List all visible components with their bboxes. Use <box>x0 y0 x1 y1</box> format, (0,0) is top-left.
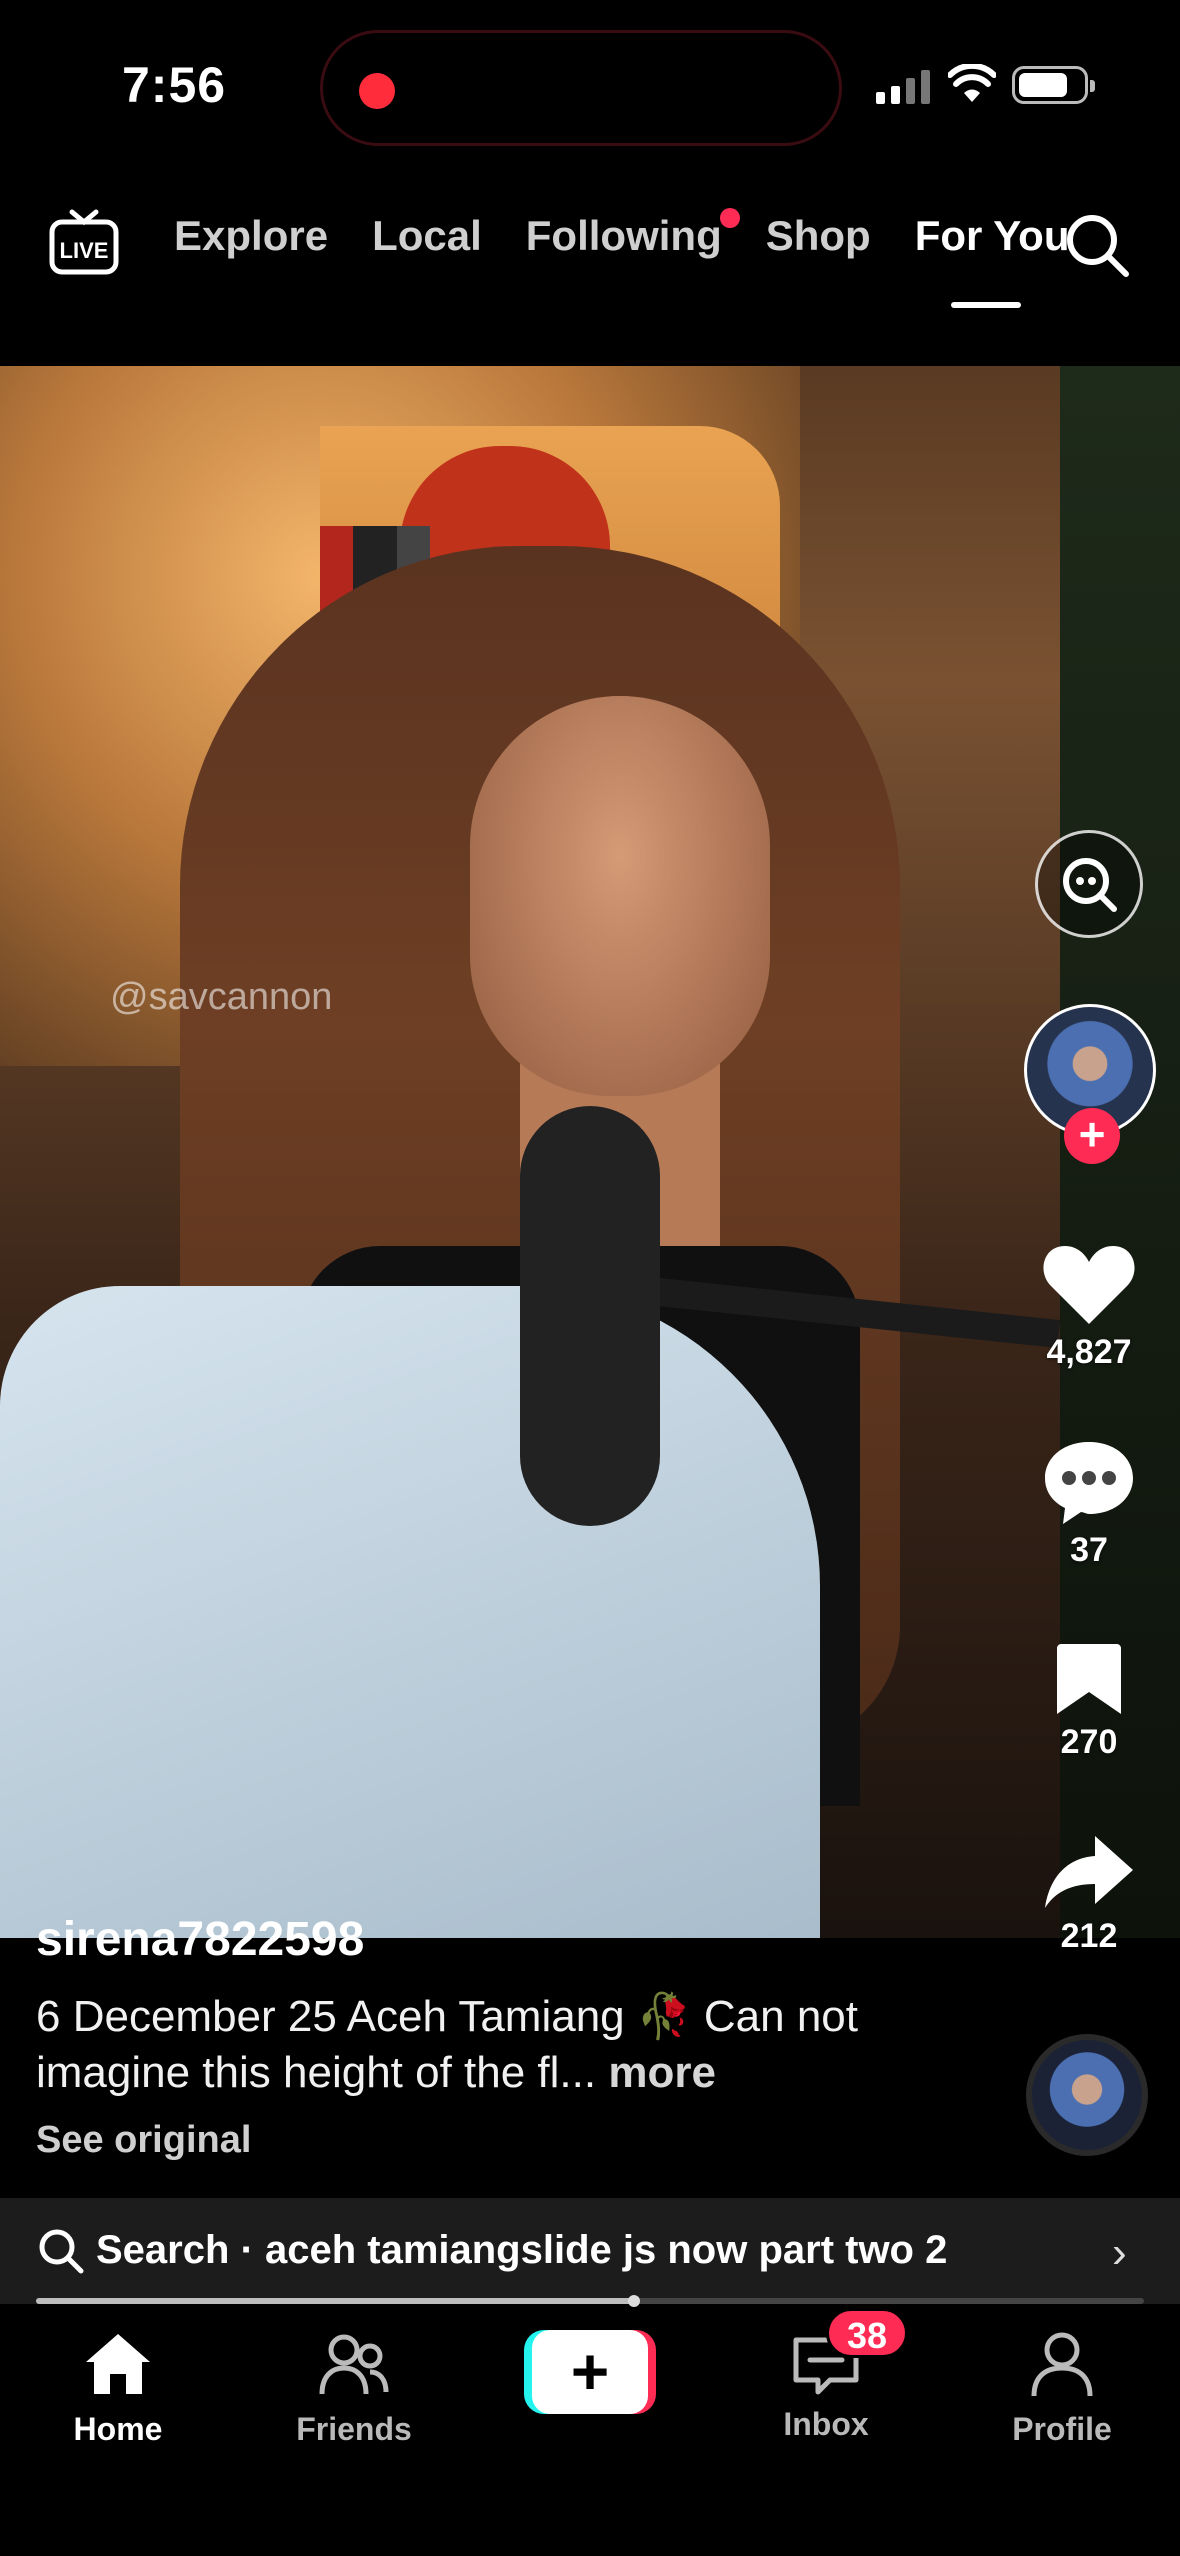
heart-icon <box>1043 1246 1135 1324</box>
tab-following-label: Following <box>525 212 722 259</box>
create-button[interactable]: + <box>524 2330 656 2414</box>
search-icon <box>39 2229 84 2274</box>
creator-username[interactable]: sirena7822598 <box>36 1912 996 1967</box>
cellular-signal-icon <box>876 70 930 104</box>
tab-explore[interactable]: Explore <box>174 212 328 260</box>
save-button[interactable]: 270 <box>1024 1638 1154 1762</box>
nav-profile[interactable]: Profile <box>962 2328 1162 2448</box>
nav-profile-label: Profile <box>1012 2411 1112 2447</box>
friends-icon <box>319 2334 389 2395</box>
share-button[interactable]: 212 <box>1024 1832 1154 1956</box>
caption-description[interactable]: 6 December 25 Aceh Tamiang 🥀 Can not ima… <box>36 1989 996 2101</box>
caption-text: 6 December 25 Aceh Tamiang 🥀 Can not ima… <box>36 1992 858 2097</box>
video-subject-legs <box>0 1286 820 1938</box>
tab-following[interactable]: Following <box>525 208 740 260</box>
like-count: 4,827 <box>1046 1333 1132 1371</box>
bottom-nav: Home Friends + 38 Inbox Profile <box>0 2308 1180 2556</box>
music-disc-icon[interactable] <box>1026 2034 1148 2156</box>
share-count: 212 <box>1060 1917 1118 1955</box>
live-icon[interactable]: LIVE <box>48 208 120 280</box>
comment-button[interactable]: 37 <box>1024 1436 1154 1570</box>
nav-inbox-label: Inbox <box>783 2406 869 2442</box>
feed-tabs: Explore Local Following Shop For You <box>174 208 1113 308</box>
ai-search-icon <box>1063 858 1117 912</box>
wifi-icon <box>948 64 996 102</box>
status-time: 7:56 <box>122 57 227 113</box>
video-subject-face <box>470 696 770 1096</box>
follow-plus-icon[interactable]: + <box>1064 1108 1120 1164</box>
comment-count: 37 <box>1070 1531 1108 1569</box>
creator-avatar-button[interactable]: + <box>1024 1004 1156 1164</box>
top-nav: LIVE Explore Local Following Shop For Yo… <box>0 190 1180 310</box>
battery-icon <box>1012 66 1095 104</box>
nav-friends-label: Friends <box>296 2411 412 2447</box>
nav-home-label: Home <box>73 2411 163 2447</box>
microphone <box>520 1106 660 1526</box>
like-button[interactable]: 4,827 <box>1024 1240 1154 1372</box>
progress-knob[interactable] <box>628 2295 641 2307</box>
nav-inbox[interactable]: 38 Inbox <box>726 2308 926 2443</box>
comment-icon <box>1045 1442 1133 1524</box>
inbox-badge: 38 <box>826 2308 908 2358</box>
caption-more-link[interactable]: more <box>608 2048 716 2097</box>
search-icon[interactable] <box>1062 210 1132 280</box>
tab-local[interactable]: Local <box>372 212 482 260</box>
ai-search-button[interactable] <box>1024 830 1154 938</box>
recording-indicator-icon <box>359 73 395 109</box>
live-label: LIVE <box>60 238 109 263</box>
search-suggestion-bar[interactable]: Search · aceh tamiangslide js now part t… <box>0 2198 1180 2304</box>
nav-home[interactable]: Home <box>18 2328 218 2448</box>
save-count: 270 <box>1060 1723 1118 1761</box>
profile-icon <box>1031 2332 1093 2397</box>
see-original-link[interactable]: See original <box>36 2119 996 2162</box>
dynamic-island[interactable] <box>320 30 842 146</box>
new-content-dot <box>719 208 740 228</box>
video-watermark: @savcannon <box>110 976 333 1018</box>
progress-fill <box>36 2298 635 2304</box>
bookmark-icon <box>1057 1644 1121 1714</box>
chevron-right-icon: › <box>1112 2228 1127 2277</box>
plus-icon: + <box>532 2330 648 2414</box>
nav-friends[interactable]: Friends <box>254 2328 454 2448</box>
home-icon <box>86 2334 150 2394</box>
tab-shop[interactable]: Shop <box>766 212 871 260</box>
video-player[interactable]: @savcannon <box>0 366 1180 1938</box>
tab-for-you[interactable]: For You <box>915 212 1069 308</box>
share-arrow-icon <box>1045 1836 1133 1908</box>
status-bar: 7:56 <box>0 0 1180 170</box>
video-progress-bar[interactable] <box>36 2295 1144 2307</box>
video-caption: sirena7822598 6 December 25 Aceh Tamiang… <box>36 1912 996 2162</box>
search-suggestion-text: Search · aceh tamiangslide js now part t… <box>96 2228 948 2272</box>
